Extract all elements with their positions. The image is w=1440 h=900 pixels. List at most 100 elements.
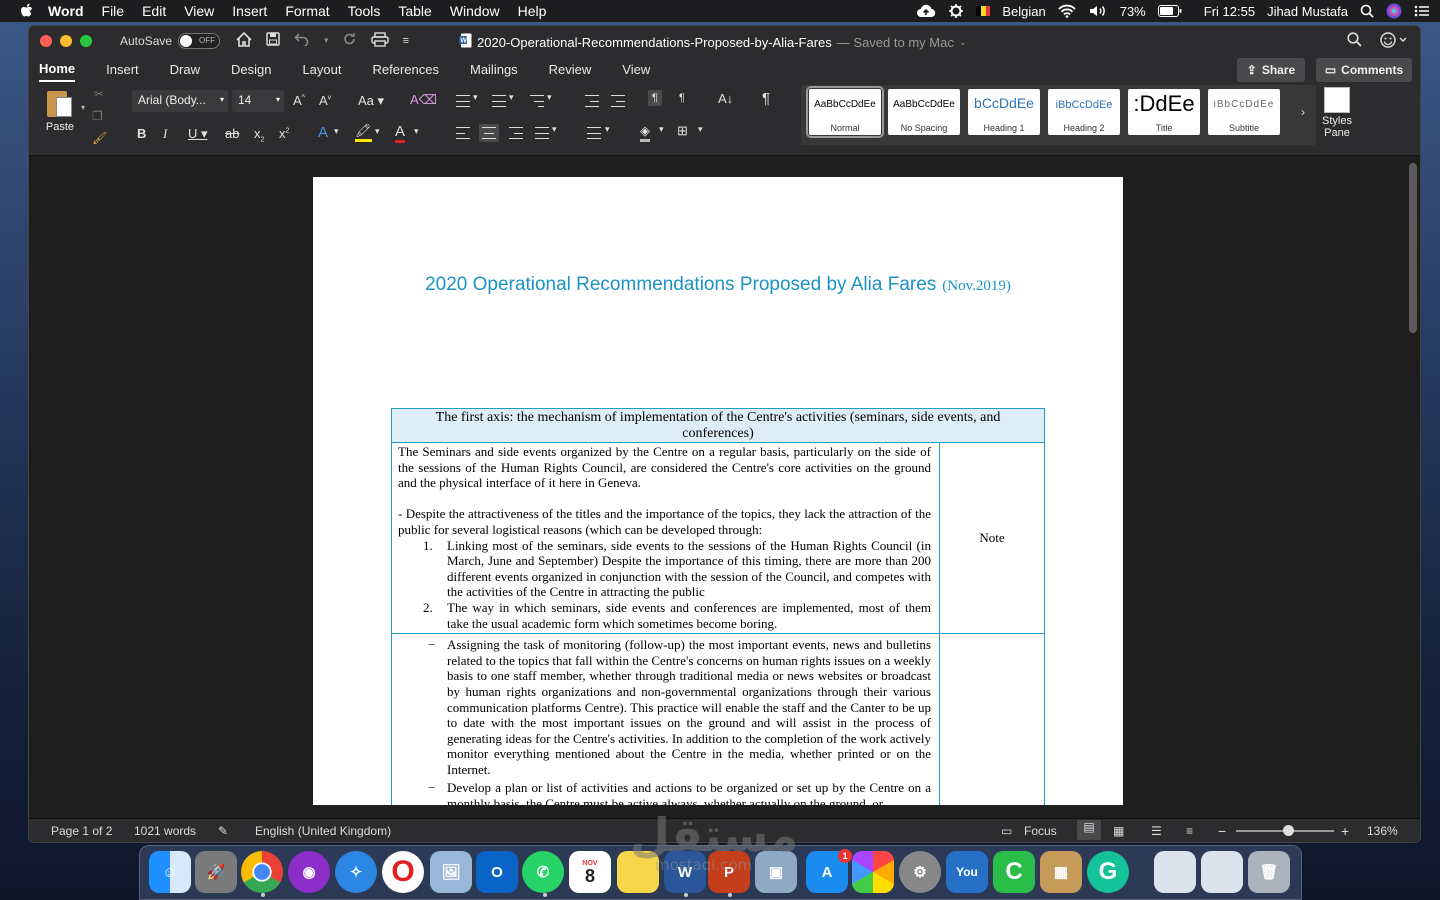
subscript-icon[interactable]: x2 <box>254 126 264 144</box>
preview-icon[interactable]: 🖼 <box>430 851 472 893</box>
tab-design[interactable]: Design <box>231 58 271 81</box>
menu-view[interactable]: View <box>184 3 214 19</box>
ltr-direction-icon[interactable]: ¶ <box>648 90 662 106</box>
menubar-user[interactable]: Jihad Mustafa <box>1267 4 1348 19</box>
document-canvas[interactable]: 2020 Operational Recommendations Propose… <box>29 157 1420 805</box>
bullets-icon[interactable] <box>456 95 470 107</box>
tab-layout[interactable]: Layout <box>302 58 341 81</box>
close-window-button[interactable] <box>40 34 52 47</box>
shading-icon[interactable]: ◈ <box>640 123 650 142</box>
finder-icon[interactable]: ☺ <box>149 851 191 893</box>
tab-insert[interactable]: Insert <box>106 58 139 81</box>
tab-review[interactable]: Review <box>549 58 592 81</box>
font-name-select[interactable]: Arial (Body... ▾ <box>132 90 228 112</box>
table-cell[interactable]: The Seminars and side events organized b… <box>391 441 940 635</box>
tab-draw[interactable]: Draw <box>170 58 200 81</box>
style-heading-2[interactable]: iBbCcDdEe Heading 2 <box>1048 89 1120 135</box>
zoom-slider-thumb[interactable] <box>1283 825 1294 836</box>
zoom-window-button[interactable] <box>80 34 92 47</box>
focus-icon[interactable]: ▭ <box>1001 824 1012 838</box>
system-preferences-icon[interactable]: ⚙ <box>899 851 941 893</box>
tab-mailings[interactable]: Mailings <box>470 58 518 81</box>
chevron-down-icon[interactable]: ▾ <box>81 103 85 112</box>
superscript-icon[interactable]: x2 <box>279 126 289 141</box>
proofing-icon[interactable]: ✎ <box>218 824 228 838</box>
share-button[interactable]: ⇪ Share <box>1237 58 1305 82</box>
youtube-icon[interactable]: You <box>946 851 988 893</box>
table-cell[interactable] <box>939 633 1045 805</box>
numbering-icon[interactable] <box>492 95 506 107</box>
siri-icon[interactable] <box>1386 3 1402 19</box>
chrome-icon[interactable] <box>241 851 283 893</box>
style-title[interactable]: :DdEe Title <box>1128 89 1200 135</box>
feedback-smiley-icon[interactable] <box>1380 32 1408 51</box>
document-page[interactable]: 2020 Operational Recommendations Propose… <box>313 177 1123 805</box>
axis-header[interactable]: The first axis: the mechanism of impleme… <box>391 408 1045 443</box>
search-icon[interactable] <box>1347 32 1362 51</box>
table-cell[interactable]: − Assigning the task of monitoring (follo… <box>391 633 940 805</box>
undo-icon[interactable] <box>294 32 310 49</box>
italic-icon[interactable]: I <box>163 126 167 142</box>
menu-edit[interactable]: Edit <box>142 3 166 19</box>
app-store-icon[interactable]: A1 <box>806 849 852 893</box>
calendar-icon[interactable]: NOV 8 <box>569 851 611 893</box>
language-indicator[interactable]: English (United Kingdom) <box>255 824 391 838</box>
wifi-icon[interactable] <box>1058 4 1076 18</box>
menu-table[interactable]: Table <box>398 3 431 19</box>
style-subtitle[interactable]: iBbCcDdEe Subtitle <box>1208 89 1280 135</box>
tool-gear-icon[interactable] <box>948 3 964 19</box>
chevron-down-icon[interactable]: ▾ <box>324 35 329 46</box>
menubar-clock[interactable]: Fri 12:55 <box>1204 4 1255 19</box>
outlook-icon[interactable]: O <box>476 851 518 893</box>
menu-format[interactable]: Format <box>285 3 329 19</box>
keyboard-layout[interactable]: Belgian <box>1002 4 1045 19</box>
chevron-down-icon[interactable]: ▾ <box>414 126 419 137</box>
chevron-down-icon[interactable]: ▾ <box>547 92 552 103</box>
vertical-scrollbar[interactable] <box>1409 163 1417 333</box>
cut-icon[interactable]: ✂ <box>94 87 104 101</box>
word-count[interactable]: 1021 words <box>134 824 196 838</box>
strikethrough-icon[interactable]: ab <box>225 126 239 141</box>
chevron-down-icon[interactable]: ▾ <box>605 124 610 135</box>
whatsapp-icon[interactable]: ✆ <box>522 851 564 893</box>
font-size-select[interactable]: 14 ▾ <box>232 90 284 112</box>
focus-label[interactable]: Focus <box>1024 824 1057 838</box>
launchpad-icon[interactable]: 🚀 <box>195 851 237 893</box>
rtl-direction-icon[interactable]: ¶ <box>679 92 685 104</box>
font-color-icon[interactable]: A <box>395 123 406 143</box>
customize-toolbar-icon[interactable]: ≡ <box>403 35 409 47</box>
chevron-down-icon[interactable]: ▾ <box>375 126 380 137</box>
web-layout-icon[interactable]: ▦ <box>1113 824 1124 838</box>
tab-home[interactable]: Home <box>39 57 76 82</box>
underline-icon[interactable]: U ▾ <box>188 126 208 142</box>
chevron-down-icon[interactable]: ⌄ <box>959 37 967 48</box>
menu-insert[interactable]: Insert <box>232 3 267 19</box>
save-status[interactable]: — Saved to my Mac <box>837 35 954 50</box>
draft-view-icon[interactable]: ≡ <box>1186 824 1193 838</box>
decrease-indent-icon[interactable] <box>585 95 599 107</box>
align-left-icon[interactable] <box>456 127 470 139</box>
battery-icon[interactable] <box>1157 5 1182 17</box>
photos-icon[interactable] <box>852 851 894 893</box>
align-right-icon[interactable] <box>509 127 523 139</box>
borders-icon[interactable]: ⊞ <box>677 123 688 139</box>
text-effects-icon[interactable]: A <box>318 124 328 141</box>
chevron-right-icon[interactable]: › <box>1301 105 1305 119</box>
style-no-spacing[interactable]: AaBbCcDdEe No Spacing <box>888 89 960 135</box>
style-heading-1[interactable]: bCcDdEe Heading 1 <box>968 89 1040 135</box>
chevron-down-icon[interactable]: ▾ <box>698 124 703 135</box>
podcasts-icon[interactable]: ◉ <box>288 851 330 893</box>
home-icon[interactable] <box>236 31 252 50</box>
spotlight-search-icon[interactable] <box>1360 4 1374 18</box>
justify-icon[interactable] <box>535 127 549 139</box>
cloud-upload-icon[interactable] <box>916 4 936 18</box>
outline-view-icon[interactable]: ☰ <box>1151 824 1162 838</box>
chevron-down-icon[interactable]: ▾ <box>552 124 557 135</box>
chevron-down-icon[interactable]: ▾ <box>659 124 664 135</box>
trash-icon[interactable]: 🗑 <box>1248 851 1290 893</box>
change-case-icon[interactable]: Aa ▾ <box>358 93 384 109</box>
zoom-level[interactable]: 136% <box>1367 824 1398 838</box>
archive-utility-icon[interactable]: ▦ <box>1040 851 1082 893</box>
increase-indent-icon[interactable] <box>611 95 625 107</box>
chrome-window-icon[interactable] <box>1154 851 1196 893</box>
